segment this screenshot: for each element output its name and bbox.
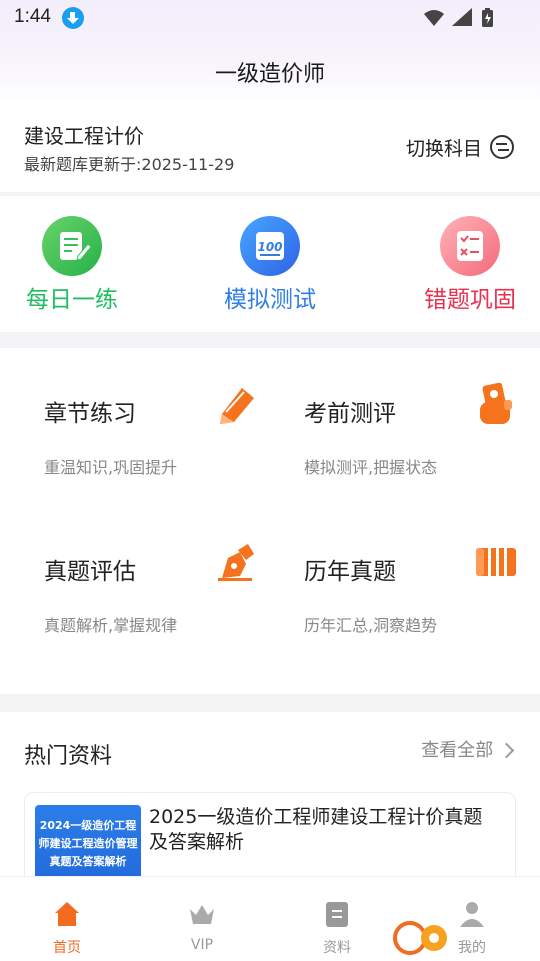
pre-exam-test-subtitle: 模拟测评,把握状态	[304, 458, 438, 477]
home-icon	[55, 902, 79, 926]
mock-test-button[interactable]: 100 模拟测试	[190, 216, 350, 314]
daily-practice-button[interactable]: 每日一练	[0, 216, 152, 314]
mock-test-label: 模拟测试	[224, 287, 316, 313]
subject-panel: 建设工程计价 最新题库更新于:2025-11-29 切换科目	[0, 104, 540, 192]
crown-icon	[190, 905, 214, 924]
download-icon	[62, 7, 84, 29]
status-icons	[424, 8, 493, 27]
pencil-icon	[220, 388, 254, 424]
document-icon	[326, 902, 348, 927]
view-all-label: 查看全部	[421, 740, 494, 761]
past-exams-subtitle: 历年汇总,洞察趋势	[304, 616, 438, 635]
chapter-practice-subtitle: 重温知识,巩固提升	[44, 458, 178, 477]
wrong-review-button[interactable]: 错题巩固	[390, 216, 540, 314]
tab-vip[interactable]: VIP	[162, 899, 242, 953]
hot-materials-title: 热门资料	[24, 744, 113, 769]
watermark-logo	[393, 921, 447, 955]
real-exam-eval-subtitle: 真题解析,掌握规律	[44, 616, 178, 635]
tab-materials-label: 资料	[323, 940, 351, 956]
status-bar: 1:44	[0, 0, 540, 36]
module-grid: 章节练习 重温知识,巩固提升 考前测评 模拟测评,把握状态 真题评估 真题解析,…	[0, 348, 540, 694]
past-exams-title: 历年真题	[304, 559, 396, 585]
hand-card-icon	[480, 382, 512, 424]
pre-exam-test-card[interactable]: 考前测评 模拟测评,把握状态	[304, 348, 540, 478]
quick-actions: 每日一练 100 模拟测试 错题巩固	[0, 196, 540, 332]
tab-home[interactable]: 首页	[27, 899, 107, 957]
chapter-practice-title: 章节练习	[44, 401, 136, 427]
daily-practice-label: 每日一练	[26, 287, 118, 313]
view-all-link[interactable]: 查看全部	[421, 736, 515, 762]
chevron-right-icon	[498, 742, 515, 759]
swap-icon	[490, 135, 514, 159]
checklist-icon	[440, 216, 500, 276]
material-title: 2025一级造价工程师建设工程计价真题及答案解析	[149, 806, 483, 853]
tab-vip-label: VIP	[190, 937, 214, 953]
page-title: 一级造价师	[214, 62, 325, 87]
past-exams-card[interactable]: 历年真题 历年汇总,洞察趋势	[304, 506, 540, 636]
tab-materials[interactable]: 资料	[297, 899, 377, 957]
switch-subject-button[interactable]: 切换科目	[406, 132, 514, 162]
wifi-icon	[424, 10, 444, 26]
wrong-review-label: 错题巩固	[424, 287, 516, 313]
status-time: 1:44	[14, 6, 51, 27]
notebook-pencil-icon	[42, 216, 102, 276]
switch-subject-label: 切换科目	[405, 137, 482, 160]
real-exam-eval-title: 真题评估	[44, 559, 136, 585]
pre-exam-test-title: 考前测评	[304, 401, 396, 427]
score-100-icon: 100	[240, 216, 300, 276]
tab-home-label: 首页	[53, 940, 81, 956]
subject-name: 建设工程计价	[24, 124, 144, 148]
signal-icon	[452, 8, 472, 26]
svg-text:100: 100	[257, 240, 282, 254]
subject-updated: 最新题库更新于:2025-11-29	[24, 155, 235, 174]
scroll-book-icon	[476, 548, 516, 576]
pen-nib-icon	[218, 544, 254, 581]
top-header: 1:44 一级造价师	[0, 0, 540, 104]
chapter-practice-card[interactable]: 章节练习 重温知识,巩固提升	[44, 348, 284, 478]
real-exam-eval-card[interactable]: 真题评估 真题解析,掌握规律	[44, 506, 284, 636]
